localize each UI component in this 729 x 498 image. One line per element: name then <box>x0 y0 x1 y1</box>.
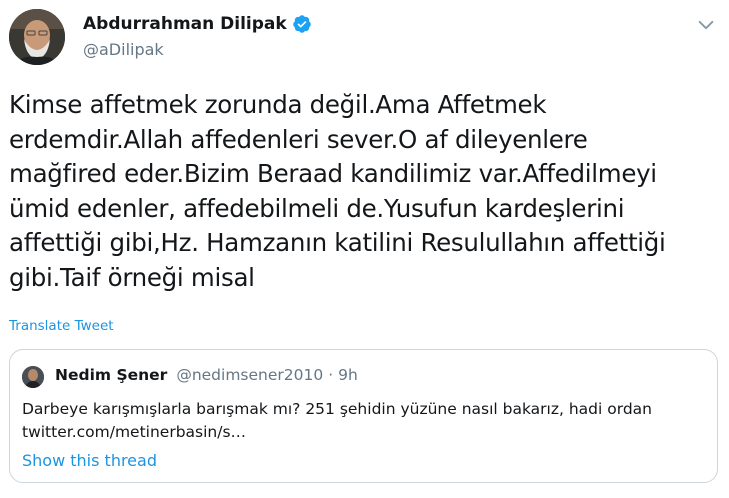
author-display-name[interactable]: Abdurrahman Dilipak <box>83 14 287 34</box>
tweet-card: Abdurrahman Dilipak @aDilipak Kimse affe… <box>0 0 729 498</box>
tweet-text: Kimse affetmek zorunda değil.Ama Affetme… <box>9 90 666 292</box>
quoted-author-handle[interactable]: @nedimsener2010 <box>176 366 323 384</box>
chevron-down-icon[interactable] <box>695 14 717 36</box>
quoted-tweet[interactable]: Nedim Şener @nedimsener2010 · 9h Darbeye… <box>9 349 718 483</box>
quoted-tweet-time[interactable]: 9h <box>338 366 358 384</box>
quoted-tweet-header: Nedim Şener @nedimsener2010 · 9h <box>55 366 358 384</box>
author-handle[interactable]: @aDilipak <box>83 40 164 59</box>
quoted-author-avatar[interactable] <box>22 366 44 388</box>
verified-badge-icon <box>292 14 312 34</box>
quoted-tweet-text: Darbeye karışmışlarla barışmak mı? 251 ş… <box>22 400 652 441</box>
translate-tweet-link[interactable]: Translate Tweet <box>9 318 114 334</box>
author-name-row: Abdurrahman Dilipak <box>83 14 312 34</box>
author-avatar[interactable] <box>9 9 65 65</box>
separator-dot: · <box>328 366 334 384</box>
show-thread-link[interactable]: Show this thread <box>22 451 157 470</box>
quoted-author-name[interactable]: Nedim Şener <box>55 366 167 384</box>
